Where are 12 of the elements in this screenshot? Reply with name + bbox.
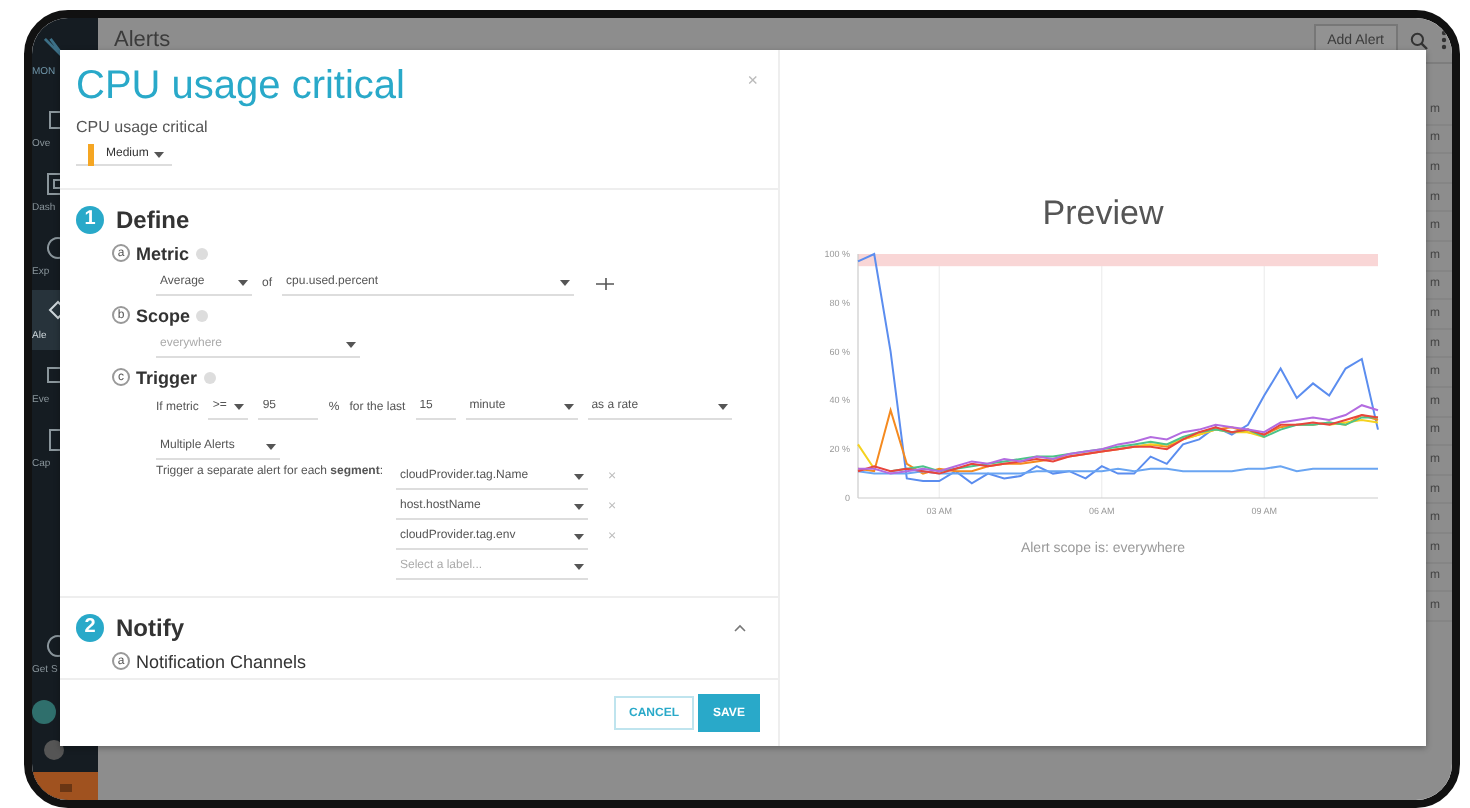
- step-number: 1: [76, 205, 104, 233]
- section-title: Define: [116, 205, 190, 233]
- subsection-title: Scope: [136, 305, 191, 325]
- section-title: Notify: [116, 613, 184, 641]
- dialog-subtitle: CPU usage critical: [76, 118, 210, 136]
- preview-title: Preview: [1042, 193, 1164, 233]
- dialog-title: CPU usage critical: [76, 64, 406, 110]
- subsection-title: Metric: [136, 243, 190, 263]
- subsection-title: Trigger: [136, 367, 198, 387]
- page-title: Alerts: [114, 28, 173, 52]
- step-number: 2: [76, 613, 104, 641]
- subsection-title: Notification Channels: [136, 651, 307, 671]
